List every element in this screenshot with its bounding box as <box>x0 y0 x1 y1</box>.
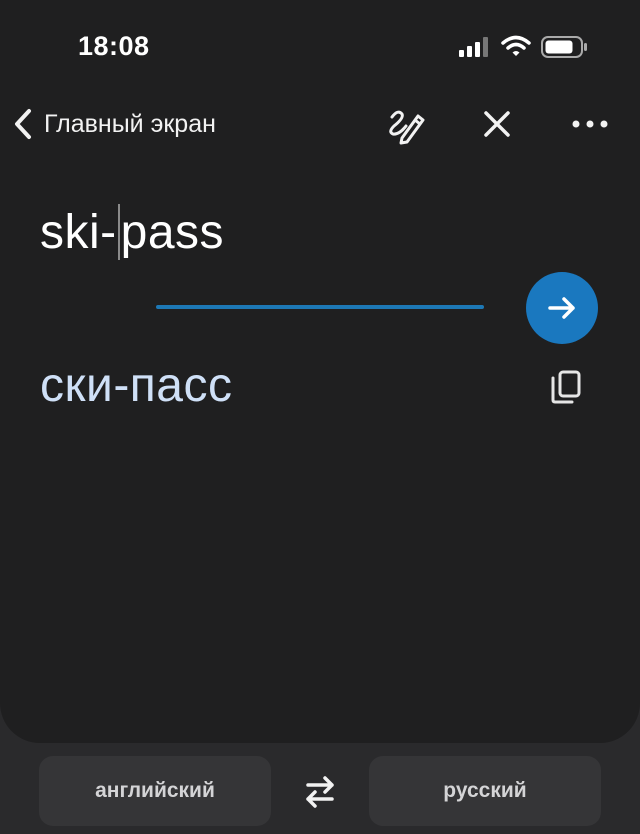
back-button[interactable]: Главный экран <box>12 104 216 144</box>
translation-result: ски-пасс <box>40 359 233 412</box>
source-text-before-caret: ski- <box>40 206 117 259</box>
copy-button[interactable] <box>546 366 586 408</box>
source-text-input[interactable]: ski-pass <box>40 200 510 270</box>
more-options-button[interactable] <box>568 105 612 143</box>
close-button[interactable] <box>478 105 516 143</box>
status-bar: 18:08 <box>0 0 640 90</box>
arrow-right-icon <box>548 297 575 319</box>
more-icon <box>572 120 608 128</box>
battery-icon <box>541 36 587 58</box>
handwriting-button[interactable] <box>384 104 426 146</box>
source-language-button[interactable]: английский <box>39 756 271 826</box>
status-time: 18:08 <box>78 31 150 61</box>
handwriting-icon <box>389 110 425 145</box>
language-bar: английский русский <box>0 743 640 834</box>
swap-arrows-icon <box>306 776 334 808</box>
swap-languages-button[interactable] <box>298 773 342 811</box>
source-language-label: английский <box>95 779 215 802</box>
source-text-after-caret: pass <box>120 206 225 259</box>
target-language-button[interactable]: русский <box>369 756 601 826</box>
navigation-bar: Главный экран <box>0 96 640 152</box>
input-underline <box>156 305 484 309</box>
back-label: Главный экран <box>44 109 216 138</box>
target-language-label: русский <box>443 779 527 802</box>
translate-submit-button[interactable] <box>526 272 598 344</box>
text-caret <box>117 204 120 260</box>
copy-icon <box>551 370 581 404</box>
cellular-signal-icon <box>459 37 488 57</box>
close-icon <box>484 111 510 137</box>
translator-screen: 18:08 Главный экран ski-pass ски-пасс <box>0 0 640 743</box>
chevron-left-icon <box>15 109 31 139</box>
wifi-icon <box>501 35 531 56</box>
